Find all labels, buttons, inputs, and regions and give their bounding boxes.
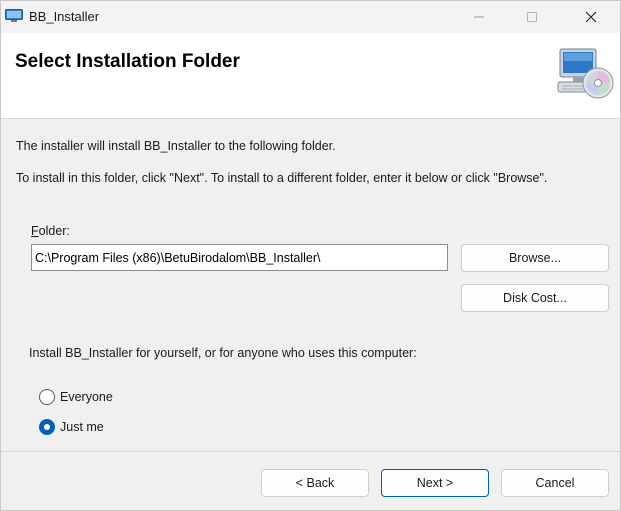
folder-label: Folder:: [31, 224, 70, 238]
radio-button-just-me[interactable]: [39, 419, 55, 435]
install-scope-prompt: Install BB_Installer for yourself, or fo…: [29, 346, 417, 360]
intro-text: The installer will install BB_Installer …: [16, 139, 336, 153]
browse-button[interactable]: Browse...: [461, 244, 609, 272]
radio-button-everyone[interactable]: [39, 389, 55, 405]
computer-cd-icon: [557, 48, 614, 99]
maximize-icon: [527, 12, 537, 22]
folder-label-text: older:: [38, 224, 70, 238]
minimize-button[interactable]: [456, 1, 502, 33]
radio-just-me[interactable]: Just me: [39, 419, 104, 435]
disk-cost-button[interactable]: Disk Cost...: [461, 284, 609, 312]
back-button[interactable]: < Back: [261, 469, 369, 497]
window-title: BB_Installer: [29, 9, 100, 24]
next-button[interactable]: Next >: [381, 469, 489, 497]
radio-label-everyone: Everyone: [60, 390, 113, 404]
instructions-text: To install in this folder, click "Next".…: [16, 171, 548, 185]
radio-label-just-me: Just me: [60, 420, 104, 434]
radio-everyone[interactable]: Everyone: [39, 389, 113, 405]
maximize-button[interactable]: [509, 1, 555, 33]
installer-window: BB_Installer Select Installation Folder: [0, 0, 621, 511]
minimize-icon: [474, 16, 484, 18]
header-banner: Select Installation Folder: [1, 33, 620, 119]
close-icon: [585, 11, 597, 23]
title-bar[interactable]: BB_Installer: [1, 1, 620, 33]
close-button[interactable]: [568, 1, 614, 33]
folder-label-accelerator: F: [31, 224, 39, 238]
page-title: Select Installation Folder: [15, 51, 240, 72]
folder-path-input[interactable]: [31, 244, 448, 271]
cancel-button[interactable]: Cancel: [501, 469, 609, 497]
installer-app-icon: [5, 9, 23, 22]
footer-divider: [1, 451, 620, 452]
